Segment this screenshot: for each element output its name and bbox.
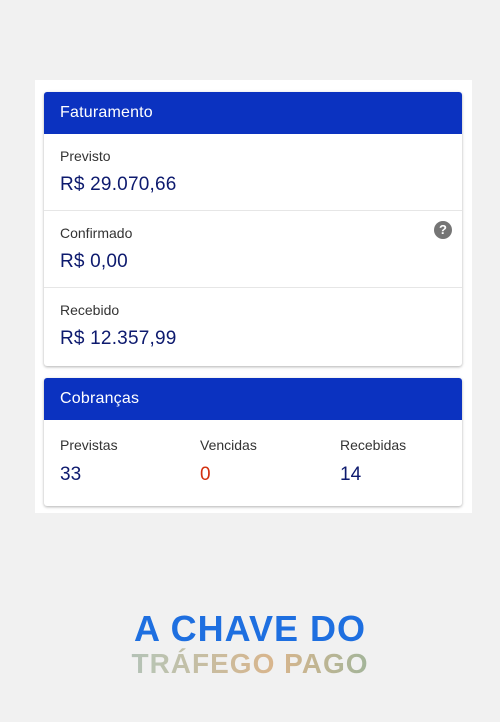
billing-card-title: Faturamento <box>44 92 462 134</box>
billing-row-value: R$ 12.357,99 <box>60 328 177 349</box>
charges-stat-value: 33 <box>60 464 82 485</box>
charges-stat-label: Recebidas <box>340 437 407 453</box>
billing-row-value: R$ 29.070,66 <box>60 174 177 195</box>
help-icon[interactable]: ? <box>434 221 452 239</box>
charges-card-title: Cobranças <box>44 378 462 420</box>
brand-logo-line1: A CHAVE DO <box>133 608 366 649</box>
billing-row-confirmado: Confirmado ? R$ 0,00 <box>44 211 462 288</box>
billing-row-previsto: Previsto R$ 29.070,66 <box>44 134 462 211</box>
billing-card: Faturamento Previsto R$ 29.070,66 Confir… <box>44 92 462 366</box>
billing-row-value: R$ 0,00 <box>60 251 128 272</box>
billing-row-label: Previsto <box>60 148 111 164</box>
billing-row-label: Recebido <box>60 302 120 318</box>
dashboard-panel: Faturamento Previsto R$ 29.070,66 Confir… <box>35 80 472 513</box>
charges-stat-label: Previstas <box>60 437 118 453</box>
billing-row-recebido: Recebido R$ 12.357,99 <box>44 288 462 365</box>
billing-row-label: Confirmado <box>60 225 133 241</box>
charges-stat-label: Vencidas <box>200 437 257 453</box>
charges-card: Cobranças Previstas 33 Vencidas 0 Recebi… <box>44 378 462 506</box>
brand-logo-line2: TRÁFEGO PAGO <box>0 648 500 680</box>
charges-stat-value: 0 <box>200 464 211 485</box>
charges-stat-value: 14 <box>340 464 362 485</box>
